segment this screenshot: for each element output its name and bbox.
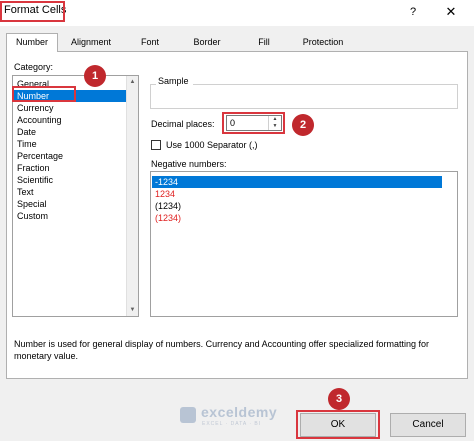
scroll-up-icon[interactable]: ▲ (127, 76, 138, 88)
watermark-tagline: EXCEL · DATA · BI (202, 421, 262, 427)
title-bar: Format Cells ? ✕ (0, 0, 474, 26)
category-item-custom[interactable]: Custom (17, 210, 48, 222)
number-highlight-box (12, 86, 76, 102)
scroll-down-icon[interactable]: ▼ (127, 304, 138, 316)
tab-font[interactable]: Font (128, 34, 172, 51)
category-item-fraction[interactable]: Fraction (17, 162, 50, 174)
category-item-scientific[interactable]: Scientific (17, 174, 53, 186)
tab-border[interactable]: Border (182, 34, 232, 51)
negative-numbers-list[interactable]: -1234 1234 (1234) (1234) (150, 171, 458, 317)
close-button[interactable]: ✕ (440, 2, 462, 22)
exceldemy-logo-icon (180, 407, 196, 423)
negative-item[interactable]: -1234 (152, 176, 442, 188)
category-item-date[interactable]: Date (17, 126, 36, 138)
negative-item[interactable]: 1234 (155, 188, 175, 200)
watermark-name: exceldemy (201, 404, 278, 420)
decimal-highlight-box (222, 112, 285, 134)
ok-highlight-box (296, 410, 380, 439)
category-item-special[interactable]: Special (17, 198, 47, 210)
sample-preview (150, 84, 458, 109)
negative-numbers-label: Negative numbers: (151, 159, 227, 169)
separator-checkbox[interactable] (151, 140, 161, 150)
category-label: Category: (14, 62, 54, 72)
decimal-places-label: Decimal places: (151, 119, 215, 129)
format-description: Number is used for general display of nu… (14, 339, 430, 361)
tab-number[interactable]: Number (6, 33, 58, 52)
category-scrollbar[interactable]: ▲ ▼ (126, 76, 138, 316)
cancel-button[interactable]: Cancel (390, 413, 466, 437)
tab-alignment[interactable]: Alignment (62, 34, 120, 51)
step-badge-3: 3 (328, 388, 350, 410)
title-highlight-box (0, 1, 65, 22)
negative-item[interactable]: (1234) (155, 200, 181, 212)
category-item-time[interactable]: Time (17, 138, 37, 150)
help-button[interactable]: ? (404, 2, 422, 22)
tab-fill[interactable]: Fill (242, 34, 286, 51)
tab-protection[interactable]: Protection (294, 34, 352, 51)
category-item-text[interactable]: Text (17, 186, 34, 198)
category-item-currency[interactable]: Currency (17, 102, 54, 114)
separator-label[interactable]: Use 1000 Separator (,) (166, 140, 258, 150)
step-badge-2: 2 (292, 114, 314, 136)
category-item-accounting[interactable]: Accounting (17, 114, 62, 126)
category-item-percentage[interactable]: Percentage (17, 150, 63, 162)
step-badge-1: 1 (84, 65, 106, 87)
category-list[interactable]: General Number Currency Accounting Date … (12, 75, 139, 317)
negative-item[interactable]: (1234) (155, 212, 181, 224)
